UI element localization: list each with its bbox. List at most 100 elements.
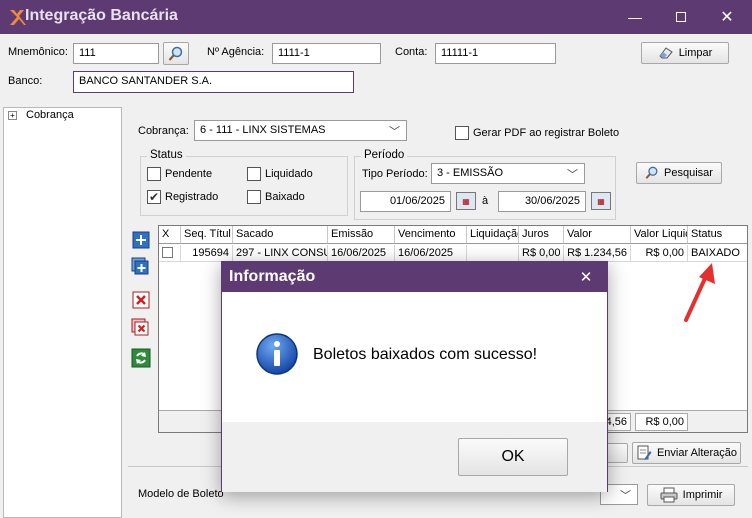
refresh-button[interactable] [131,348,151,368]
minimize-button[interactable]: — [612,0,658,34]
status-groupbox-title: Status [147,149,186,161]
close-icon: ✕ [720,9,734,26]
banco-label: Banco: [8,75,43,87]
status-groupbox [140,156,348,216]
conta-label: Conta: [395,46,428,58]
imprimir-button[interactable]: Imprimir [647,484,735,506]
tipo-periodo-label: Tipo Período: [362,168,428,180]
maximize-icon [676,12,686,22]
search-mnemonico-button[interactable] [163,42,189,65]
dialog-message: Boletos baixados com sucesso! [313,346,538,363]
imprimir-label: Imprimir [682,489,723,501]
baixado-label: Baixado [265,191,305,203]
eraser-icon [659,47,673,59]
banco-input[interactable]: BANCO SANTANDER S.A. [73,71,354,93]
baixado-checkbox[interactable] [247,190,261,204]
limpar-button[interactable]: Limpar [641,42,729,64]
a-label: à [482,195,489,207]
modelo-boleto-label: Modelo de Boleto [138,488,224,500]
tree-item-cobranca[interactable]: Cobrança [26,109,74,121]
footer-total-liquido: R$ 0,00 [635,413,688,431]
table-cell [467,245,519,262]
chevron-down-icon: ﹀ [567,169,578,181]
table-cell: 195694 [181,245,233,262]
dialog-title: Informação [229,268,316,285]
calendar-icon[interactable]: ▦ [591,192,611,210]
column-header[interactable]: Valor Liquic [631,226,688,244]
column-header[interactable]: Liquidação [467,226,519,244]
chevron-down-icon: ﹀ [620,490,631,502]
title-bar: Integração Bancária — ✕ [0,0,752,34]
row-checkbox[interactable] [162,247,173,258]
table-cell: R$ 1.234,56 [564,245,631,262]
remove-multiple-button[interactable] [131,318,151,338]
tipo-periodo-select[interactable]: 3 - EMISSÃO ﹀ [431,163,585,184]
column-header[interactable]: X [159,226,181,244]
add-multiple-icon [131,257,149,275]
chevron-down-icon: ﹀ [389,126,400,138]
app-logo-icon [10,10,26,25]
limpar-label: Limpar [678,47,713,59]
close-window-button[interactable]: ✕ [704,0,750,34]
data-fim-input[interactable]: 30/06/2025 [498,191,586,212]
mnemonico-input[interactable]: 111 [73,43,159,64]
cobranca-select[interactable]: 6 - 111 - LINX SISTEMAS ﹀ [194,120,407,141]
data-inicio-input[interactable]: 01/06/2025 [360,191,451,212]
pesquisar-label: Pesquisar [664,167,713,179]
gerar-pdf-checkbox[interactable] [455,126,469,140]
checkmark-icon: ✔ [148,190,160,204]
information-dialog: Informação ✕ Boletos baixados com sucess… [221,261,608,492]
column-header[interactable]: Seq. Títul [181,226,233,244]
liquidado-checkbox[interactable] [247,167,261,181]
enviar-alteracao-label: Enviar Alteração [656,447,738,459]
tree-expand-icon[interactable]: + [8,111,17,120]
maximize-button[interactable] [658,0,704,34]
mnemonico-label: Mnemônico: [8,46,68,58]
ok-button[interactable]: OK [458,438,568,476]
row-checkbox-cell[interactable] [159,245,181,262]
printer-icon [660,487,678,503]
column-header[interactable]: Emissão [328,226,395,244]
add-icon [132,231,150,249]
enviar-alteracao-button[interactable]: Enviar Alteração [632,442,741,464]
column-header[interactable]: Valor [564,226,631,244]
search-icon [645,166,658,179]
cobranca-label: Cobrança: [138,125,189,137]
calendar-icon[interactable]: ▦ [456,192,476,210]
delete-multiple-icon [131,318,149,336]
cobranca-select-value: 6 - 111 - LINX SISTEMAS [200,124,326,136]
pendente-label: Pendente [165,168,213,180]
registrado-label: Registrado [165,191,219,203]
edit-document-icon [637,445,652,460]
close-icon: ✕ [579,269,593,286]
registrado-checkbox[interactable]: ✔ [147,190,161,204]
gerar-pdf-label: Gerar PDF ao registrar Boleto [473,127,620,139]
add-multiple-button[interactable] [131,257,151,277]
column-header[interactable]: Juros [519,226,564,244]
window-title: Integração Bancária [25,7,178,24]
info-icon [256,333,298,375]
add-boleto-button[interactable] [131,230,151,250]
periodo-groupbox-title: Período [361,149,408,161]
table-cell: 16/06/2025 [328,245,395,262]
liquidado-label: Liquidado [265,168,313,180]
remove-boleto-button[interactable] [131,290,151,310]
dialog-close-button[interactable]: ✕ [567,264,605,290]
conta-input[interactable]: 11111-1 [435,43,556,64]
refresh-icon [131,348,151,368]
annotation-arrow-icon [684,263,715,322]
pendente-checkbox[interactable] [147,167,161,181]
column-header[interactable]: Vencimento [395,226,467,244]
search-icon [168,46,183,61]
delete-icon [132,291,150,309]
table-cell: 16/06/2025 [395,245,467,262]
tree-panel [3,107,122,518]
agencia-input[interactable]: 1111-1 [272,43,381,64]
dialog-title-bar: Informação ✕ [222,262,607,292]
table-cell: R$ 0,00 [519,245,564,262]
pesquisar-button[interactable]: Pesquisar [636,162,722,184]
tipo-periodo-select-value: 3 - EMISSÃO [437,167,504,179]
column-header[interactable]: Status [688,226,747,244]
column-header[interactable]: Sacado [233,226,328,244]
minimize-icon: — [628,9,642,25]
